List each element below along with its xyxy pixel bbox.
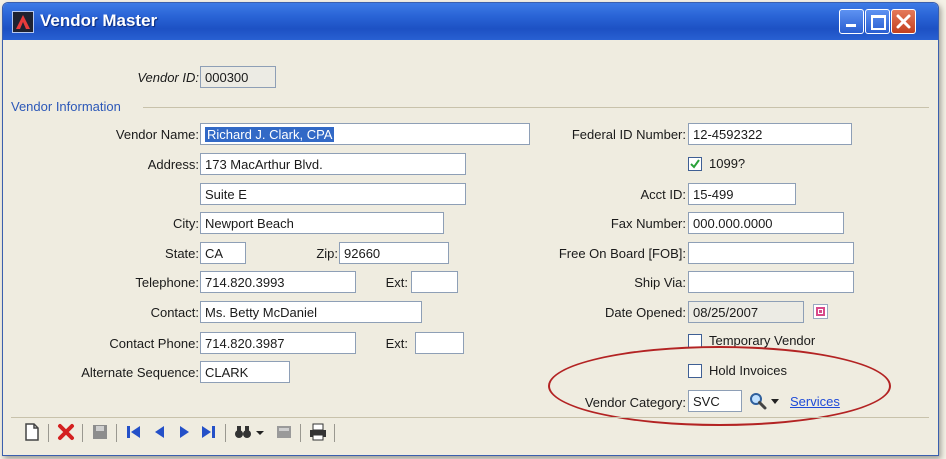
vendor-master-window: Vendor Master Vendor ID: 000300 Vendor I… (2, 2, 939, 456)
fob-field[interactable] (688, 242, 854, 264)
vendor-name-field[interactable]: Richard J. Clark, CPA (200, 123, 530, 145)
vendor-category-lookup-button[interactable] (748, 391, 768, 411)
contact-phone-field[interactable]: 714.820.3987 (200, 332, 356, 354)
acct-id-label: Acct ID: (640, 187, 686, 202)
alternate-sequence-label: Alternate Sequence: (81, 365, 199, 380)
next-record-icon (180, 426, 189, 438)
vendor-category-services-link[interactable]: Services (790, 394, 840, 409)
hold-invoices-checkbox[interactable] (688, 364, 702, 378)
delete-record-button[interactable] (55, 421, 77, 443)
first-record-icon (127, 426, 140, 438)
new-document-icon (25, 423, 39, 441)
temporary-vendor-checkbox[interactable] (688, 334, 702, 348)
maximize-button[interactable] (865, 9, 890, 34)
state-field[interactable]: CA (200, 242, 246, 264)
temporary-vendor-label: Temporary Vendor (709, 333, 816, 348)
magnifier-icon (750, 393, 767, 410)
toolbar-separator (116, 424, 117, 442)
address-line2-field[interactable]: Suite E (200, 183, 466, 205)
toolbar-separator (48, 424, 49, 442)
first-record-button[interactable] (123, 421, 145, 443)
grid-icon (277, 426, 291, 438)
minimize-icon (846, 24, 856, 27)
close-icon (896, 14, 911, 29)
hold-invoices-label: Hold Invoices (709, 363, 788, 378)
next-record-button[interactable] (173, 421, 195, 443)
toolbar-separator (334, 424, 335, 442)
date-opened-label: Date Opened: (605, 305, 686, 320)
checkmark-icon (690, 159, 700, 169)
federal-id-label: Federal ID Number: (571, 127, 686, 142)
minimize-button[interactable] (839, 9, 864, 34)
toolbar-separator (225, 424, 226, 442)
last-record-icon (202, 426, 215, 438)
federal-id-field[interactable]: 12-4592322 (688, 123, 852, 145)
zip-field[interactable]: 92660 (339, 242, 449, 264)
ext-label: Ext: (385, 275, 408, 290)
print-icon (310, 423, 326, 441)
find-button[interactable] (232, 421, 254, 443)
calendar-picker-button[interactable] (813, 304, 828, 319)
section-divider (143, 107, 929, 108)
acct-id-field[interactable]: 15-499 (688, 183, 796, 205)
zip-label: Zip: (316, 246, 338, 261)
calendar-icon (816, 307, 825, 316)
state-label: State: (165, 246, 199, 261)
save-disk-icon (93, 425, 107, 439)
app-logo-icon (12, 11, 34, 33)
form-1099-checkbox[interactable] (688, 157, 702, 171)
telephone-field[interactable]: 714.820.3993 (200, 271, 356, 293)
form-1099-label: 1099? (709, 156, 746, 171)
city-label: City: (173, 216, 199, 231)
new-record-button[interactable] (21, 421, 43, 443)
vendor-category-label: Vendor Category: (584, 395, 686, 410)
fax-number-field[interactable]: 000.000.0000 (688, 212, 844, 234)
chevron-down-icon (256, 431, 264, 435)
grid-view-button[interactable] (273, 421, 295, 443)
contact-field[interactable]: Ms. Betty McDaniel (200, 301, 422, 323)
alternate-sequence-field[interactable]: CLARK (200, 361, 290, 383)
contact-label: Contact: (150, 305, 199, 320)
telephone-label: Telephone: (135, 275, 199, 290)
vendor-id-label: Vendor ID: (137, 70, 199, 85)
toolbar-separator (300, 424, 301, 442)
contact-ext-field[interactable] (415, 332, 464, 354)
vendor-category-highlight-oval (548, 346, 891, 426)
toolbar-separator (82, 424, 83, 442)
binoculars-icon (235, 426, 251, 438)
save-record-button[interactable] (89, 421, 111, 443)
close-window-button[interactable] (891, 9, 916, 34)
date-opened-field[interactable]: 08/25/2007 (688, 301, 804, 323)
previous-record-icon (155, 426, 164, 438)
find-dropdown-button[interactable] (254, 421, 266, 443)
chevron-down-icon (771, 399, 779, 404)
ship-via-label: Ship Via: (634, 275, 686, 290)
section-title-vendor-information: Vendor Information (11, 99, 121, 114)
last-record-button[interactable] (197, 421, 219, 443)
address-label: Address: (147, 157, 199, 172)
fax-number-label: Fax Number: (610, 216, 686, 231)
ship-via-field[interactable] (688, 271, 854, 293)
vendor-name-label: Vendor Name: (115, 127, 199, 142)
previous-record-button[interactable] (149, 421, 171, 443)
contact-phone-label: Contact Phone: (109, 336, 199, 351)
city-field[interactable]: Newport Beach (200, 212, 444, 234)
fob-label: Free On Board [FOB]: (558, 246, 686, 261)
vendor-category-dropdown-button[interactable] (769, 393, 781, 409)
contact-ext-label: Ext: (385, 336, 408, 351)
window-title: Vendor Master (40, 11, 158, 30)
ext-field[interactable] (411, 271, 458, 293)
maximize-icon (871, 15, 886, 30)
title-bar[interactable]: Vendor Master (3, 3, 938, 40)
address-line1-field[interactable]: 173 MacArthur Blvd. (200, 153, 466, 175)
vendor-id-field[interactable]: 000300 (200, 66, 276, 88)
vendor-category-field[interactable]: SVC (688, 390, 742, 412)
vendor-name-value: Richard J. Clark, CPA (205, 127, 335, 142)
delete-x-icon (58, 424, 74, 440)
print-button[interactable] (307, 421, 329, 443)
record-toolbar (11, 417, 929, 448)
